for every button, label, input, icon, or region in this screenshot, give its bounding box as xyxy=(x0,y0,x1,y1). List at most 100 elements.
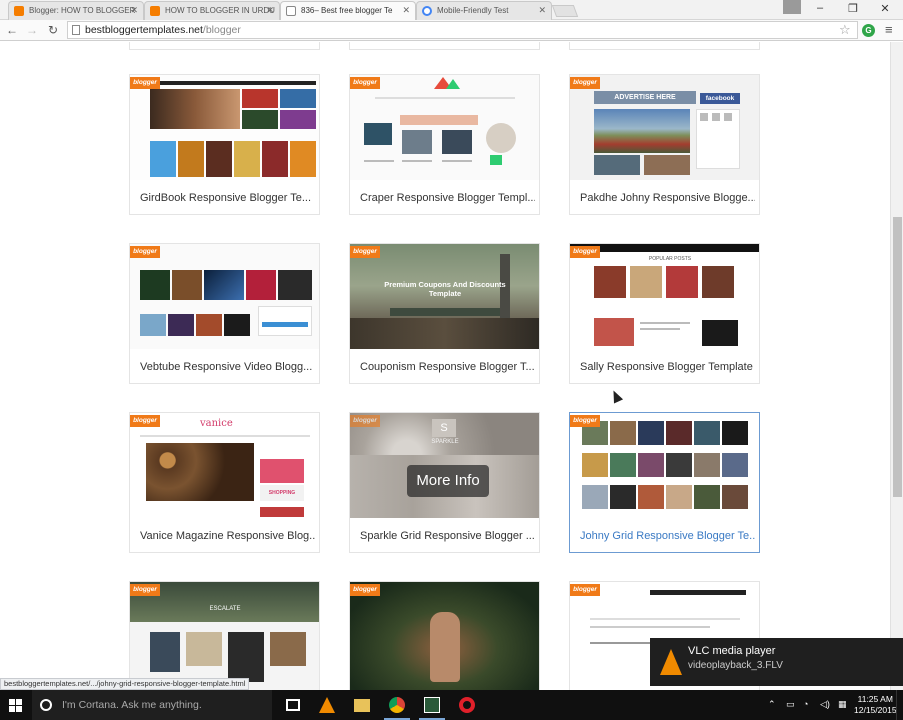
sally-header: POPULAR POSTS xyxy=(648,256,692,262)
vlc-taskbar-icon[interactable] xyxy=(319,697,335,713)
bookmark-star-icon[interactable]: ☆ xyxy=(839,22,851,38)
blogger-icon xyxy=(150,6,160,16)
shopping-banner: SHOPPING xyxy=(260,485,304,501)
blogger-ribbon: blogger xyxy=(570,77,600,89)
template-thumbnail[interactable] xyxy=(130,244,319,349)
template-thumbnail[interactable] xyxy=(350,75,539,180)
blogger-ribbon: blogger xyxy=(130,415,160,427)
template-thumbnail[interactable] xyxy=(350,582,539,690)
tab-label: Blogger: HOW TO BLOGGER xyxy=(29,6,136,15)
scrollbar-thumb[interactable] xyxy=(893,217,902,497)
template-thumbnail[interactable]: vanice SHOPPING xyxy=(130,413,319,518)
clock[interactable]: 11:25 AM 12/15/2015 xyxy=(854,694,897,716)
volume-icon[interactable]: ◁) xyxy=(820,699,830,710)
url-domain: bestbloggertemplates.net xyxy=(85,24,203,36)
template-title[interactable]: GirdBook Responsive Blogger Te... xyxy=(140,192,315,204)
cortana-search[interactable]: I'm Cortana. Ask me anything. xyxy=(32,690,272,720)
user-icon[interactable] xyxy=(783,0,801,14)
extension-icon[interactable]: G xyxy=(862,24,875,37)
screen: Blogger: HOW TO BLOGGER ✕ HOW TO BLOGGER… xyxy=(0,0,903,720)
blogger-ribbon: blogger xyxy=(130,77,160,89)
back-icon[interactable]: ← xyxy=(4,23,20,37)
template-title[interactable]: Craper Responsive Blogger Templ... xyxy=(360,192,535,204)
chrome-icon[interactable] xyxy=(389,697,405,713)
start-button[interactable] xyxy=(9,699,22,712)
battery-icon[interactable]: ▭ xyxy=(786,699,795,710)
taskbar: I'm Cortana. Ask me anything. ⌃ ▭ ◔ ◁) ▦… xyxy=(0,690,903,720)
mouse-cursor-icon xyxy=(608,388,624,404)
vlc-icon xyxy=(660,649,682,675)
address-bar[interactable]: bestbloggertemplates.net/blogger xyxy=(67,21,858,39)
minimize-button[interactable]: – xyxy=(810,2,830,14)
template-card[interactable]: ADVERTISE HERE facebook blogger Pakdhe J… xyxy=(569,74,760,215)
blogger-ribbon: blogger xyxy=(570,246,600,258)
task-view-icon[interactable] xyxy=(286,699,300,711)
template-title[interactable]: Couponism Responsive Blogger T... xyxy=(360,361,535,373)
opera-icon[interactable] xyxy=(459,697,475,713)
network-icon[interactable]: ◔ xyxy=(803,699,808,709)
close-tab-icon[interactable]: ✕ xyxy=(130,2,138,19)
menu-icon[interactable]: ≡ xyxy=(885,22,893,37)
template-thumbnail[interactable] xyxy=(130,75,319,180)
template-card[interactable]: blogger xyxy=(349,581,540,690)
notification-subtitle: videoplayback_3.FLV xyxy=(688,660,783,671)
camtasia-icon[interactable] xyxy=(424,697,440,713)
card-edge xyxy=(349,42,540,50)
template-card[interactable]: blogger Vebtube Responsive Video Blogg..… xyxy=(129,243,320,384)
template-card[interactable]: vanice SHOPPING blogger Vanice Magazine … xyxy=(129,412,320,553)
blogger-ribbon: blogger xyxy=(350,246,380,258)
tab-mobile-friendly[interactable]: Mobile-Friendly Test ✕ xyxy=(416,1,552,20)
cortana-icon xyxy=(40,699,52,711)
keyboard-icon[interactable]: ▦ xyxy=(838,699,847,710)
template-thumbnail[interactable]: S SPARKLE More Info xyxy=(350,413,539,518)
tab-blogger-2[interactable]: HOW TO BLOGGER IN URDU ✕ xyxy=(144,1,280,20)
forward-icon[interactable]: → xyxy=(24,23,40,37)
escalate-logo: ESCALATE xyxy=(209,606,241,612)
close-tab-icon[interactable]: ✕ xyxy=(538,2,546,19)
more-info-button[interactable]: More Info xyxy=(407,465,489,497)
template-card-hovered[interactable]: blogger Johny Grid Responsive Blogger Te… xyxy=(569,412,760,553)
blogger-ribbon: blogger xyxy=(130,246,160,258)
tab-active[interactable]: 836– Best free blogger Te ✕ xyxy=(280,1,416,20)
new-tab-button[interactable] xyxy=(551,5,579,17)
template-title[interactable]: Vebtube Responsive Video Blogg... xyxy=(140,361,315,373)
file-explorer-icon[interactable] xyxy=(354,699,370,712)
template-card[interactable]: Premium Coupons And Discounts Template b… xyxy=(349,243,540,384)
card-edge xyxy=(129,42,320,50)
reload-icon[interactable]: ↻ xyxy=(45,23,61,37)
template-card[interactable]: blogger GirdBook Responsive Blogger Te..… xyxy=(129,74,320,215)
blogger-ribbon: blogger xyxy=(130,584,160,596)
tab-blogger-1[interactable]: Blogger: HOW TO BLOGGER ✕ xyxy=(8,1,144,20)
close-window-button[interactable]: ✕ xyxy=(875,2,895,15)
template-card[interactable]: blogger Craper Responsive Blogger Templ.… xyxy=(349,74,540,215)
template-thumbnail[interactable]: Premium Coupons And Discounts Template xyxy=(350,244,539,349)
template-thumbnail[interactable]: ESCALATE xyxy=(130,582,319,690)
vlc-notification[interactable]: VLC media player videoplayback_3.FLV xyxy=(650,638,903,686)
page-icon xyxy=(72,25,80,35)
template-thumbnail[interactable] xyxy=(570,413,759,518)
template-card[interactable]: ESCALATE blogger xyxy=(129,581,320,690)
template-title[interactable]: Johny Grid Responsive Blogger Te... xyxy=(580,530,755,542)
advertise-banner: ADVERTISE HERE xyxy=(594,91,696,104)
close-tab-icon[interactable]: ✕ xyxy=(402,2,410,19)
template-title[interactable]: Pakdhe Johny Responsive Blogge... xyxy=(580,192,755,204)
scrollbar[interactable] xyxy=(890,42,903,690)
template-title[interactable]: Sparkle Grid Responsive Blogger ... xyxy=(360,530,535,542)
restore-button[interactable]: ❐ xyxy=(843,2,863,15)
clock-time: 11:25 AM xyxy=(857,694,893,704)
template-title[interactable]: Vanice Magazine Responsive Blog... xyxy=(140,530,315,542)
template-gallery: blogger GirdBook Responsive Blogger Te..… xyxy=(0,42,903,690)
template-title[interactable]: Sally Responsive Blogger Template xyxy=(580,361,755,373)
toolbar: ← → ↻ bestbloggertemplates.net/blogger xyxy=(0,20,903,41)
tray-arrow-icon[interactable]: ⌃ xyxy=(768,699,776,710)
template-thumbnail[interactable]: POPULAR POSTS xyxy=(570,244,759,349)
tab-label: HOW TO BLOGGER IN URDU xyxy=(165,6,275,15)
tab-bar: Blogger: HOW TO BLOGGER ✕ HOW TO BLOGGER… xyxy=(0,0,903,20)
template-card[interactable]: POPULAR POSTS blogger Sally Responsive B… xyxy=(569,243,760,384)
close-tab-icon[interactable]: ✕ xyxy=(266,2,274,19)
template-card[interactable]: S SPARKLE More Info blogger Sparkle Grid… xyxy=(349,412,540,553)
blogger-ribbon: blogger xyxy=(350,584,380,596)
tab-label: Mobile-Friendly Test xyxy=(437,6,509,15)
show-desktop-button[interactable] xyxy=(896,690,903,720)
template-thumbnail[interactable]: ADVERTISE HERE facebook xyxy=(570,75,759,180)
